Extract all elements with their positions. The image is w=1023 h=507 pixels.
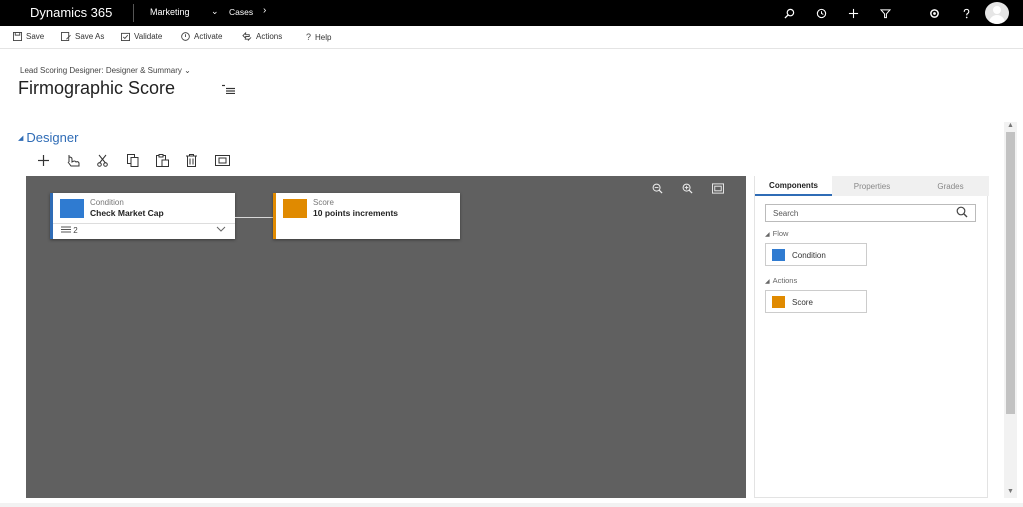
component-condition[interactable]: Condition: [765, 243, 867, 266]
copy-icon[interactable]: [127, 154, 139, 170]
help-icon[interactable]: [958, 5, 974, 21]
component-score-label: Score: [792, 298, 813, 307]
settings-icon[interactable]: [926, 5, 942, 21]
form-selector-label: Lead Scoring Designer: Designer & Summar…: [20, 66, 182, 75]
branch-count-value: 2: [73, 226, 78, 235]
tab-properties[interactable]: Properties: [833, 176, 911, 196]
fit-screen-icon[interactable]: [712, 183, 724, 197]
paste-icon[interactable]: [156, 154, 169, 170]
recent-icon[interactable]: [813, 5, 829, 21]
scroll-up-icon[interactable]: ▲: [1007, 122, 1014, 129]
page-title: Firmographic Score: [18, 78, 176, 98]
new-icon[interactable]: [845, 5, 861, 21]
save-button[interactable]: Save: [13, 32, 44, 41]
search-input[interactable]: Search: [765, 204, 976, 222]
save-icon: [13, 32, 22, 41]
avatar-head: [993, 6, 1001, 14]
command-bar: Save Save As Validate Activate Actions ?…: [0, 27, 1023, 49]
branch-count: 2: [61, 226, 78, 235]
zoom-out-icon[interactable]: [652, 183, 663, 197]
app-brand[interactable]: Dynamics 365: [30, 5, 112, 20]
area-selector[interactable]: Marketing: [150, 7, 190, 17]
activate-button[interactable]: Activate: [181, 32, 222, 41]
help-label: Help: [315, 32, 332, 42]
validate-label: Validate: [134, 32, 163, 41]
score-node-swatch: [283, 199, 307, 218]
list-icon: [61, 226, 71, 233]
scroll-down-icon[interactable]: ▼: [1007, 488, 1014, 495]
panel-tabs: Components Properties Grades: [755, 176, 989, 196]
group-flow-label: Flow: [772, 229, 789, 238]
nav-separator: [133, 4, 134, 22]
component-condition-label: Condition: [792, 251, 826, 260]
touch-icon[interactable]: [67, 154, 82, 170]
chevron-down-icon[interactable]: ⌄: [211, 6, 219, 17]
condition-node-name: Check Market Cap: [90, 208, 164, 218]
top-nav-bar: Dynamics 365 Marketing ⌄ Cases ›: [0, 0, 1023, 26]
save-as-label: Save As: [75, 32, 105, 41]
score-node-name: 10 points increments: [313, 208, 399, 218]
help-button[interactable]: ? Help: [306, 32, 331, 42]
activate-icon: [181, 32, 190, 41]
component-score[interactable]: Score: [765, 290, 867, 313]
tab-grades[interactable]: Grades: [912, 176, 989, 196]
search-icon[interactable]: [781, 5, 797, 21]
add-icon[interactable]: [37, 154, 50, 170]
form-selector[interactable]: Lead Scoring Designer: Designer & Summar…: [20, 66, 191, 75]
scrollbar-thumb[interactable]: [1006, 132, 1015, 414]
chevron-down-icon: ⌄: [184, 66, 191, 75]
save-as-button[interactable]: Save As: [61, 32, 104, 41]
snapshot-icon[interactable]: [215, 154, 230, 169]
components-panel: Components Properties Grades Search ◢ Flo…: [754, 176, 989, 498]
search-placeholder: Search: [773, 209, 799, 218]
validate-icon: [121, 32, 130, 41]
group-flow-header[interactable]: ◢ Flow: [765, 229, 788, 238]
cut-icon[interactable]: [97, 154, 108, 170]
user-avatar[interactable]: [985, 2, 1009, 24]
delete-icon[interactable]: [186, 154, 197, 170]
group-actions-header[interactable]: ◢ Actions: [765, 276, 797, 285]
expand-chevron-icon[interactable]: [216, 224, 226, 237]
actions-icon: [242, 32, 252, 41]
designer-section-header[interactable]: ◢ Designer: [18, 130, 78, 145]
collapse-triangle-icon: ◢: [18, 135, 24, 142]
component-score-swatch: [772, 296, 785, 308]
condition-node[interactable]: Condition Check Market Cap 2: [50, 193, 235, 239]
page-scrollbar[interactable]: ▲ ▼: [1004, 122, 1017, 498]
filter-icon[interactable]: [877, 5, 893, 21]
node-connector: [235, 217, 273, 218]
chevron-right-icon[interactable]: ›: [263, 5, 266, 16]
zoom-in-icon[interactable]: [682, 183, 693, 197]
avatar-body: [989, 15, 1005, 24]
actions-button[interactable]: Actions: [242, 32, 282, 41]
condition-node-footer: 2: [53, 223, 235, 237]
entity-selector[interactable]: Cases: [229, 7, 253, 17]
group-actions-label: Actions: [772, 276, 798, 285]
activate-label: Activate: [194, 32, 223, 41]
validate-button[interactable]: Validate: [121, 32, 162, 41]
collapse-triangle-icon: ◢: [765, 279, 770, 285]
record-menu-icon[interactable]: [222, 84, 235, 97]
actions-label: Actions: [256, 32, 283, 41]
score-node-type: Score: [313, 198, 334, 207]
condition-node-type: Condition: [90, 198, 124, 207]
search-icon[interactable]: [956, 206, 968, 221]
save-label: Save: [26, 32, 45, 41]
tab-components[interactable]: Components: [755, 176, 832, 196]
collapse-triangle-icon: ◢: [765, 232, 770, 238]
score-node[interactable]: Score 10 points increments: [273, 193, 460, 239]
condition-node-swatch: [60, 199, 84, 218]
save-as-icon: [61, 32, 71, 41]
component-condition-swatch: [772, 249, 785, 261]
bottom-edge: [0, 503, 1023, 507]
designer-section-title: Designer: [26, 130, 79, 145]
designer-canvas[interactable]: Condition Check Market Cap 2 Score 10 po…: [26, 176, 746, 498]
question-icon: ?: [306, 32, 312, 42]
